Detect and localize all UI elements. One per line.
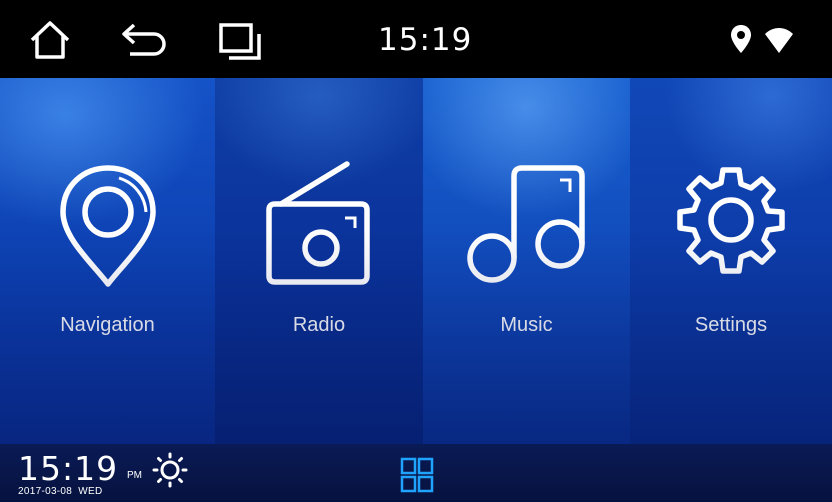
tile-radio[interactable]: Radio (215, 78, 423, 444)
recent-apps-icon[interactable] (218, 22, 264, 67)
tile-label: Settings (694, 314, 768, 336)
tile-label: Radio (292, 314, 346, 336)
tile-label: Navigation (60, 314, 155, 336)
gear-icon (671, 160, 791, 285)
wifi-icon (764, 26, 794, 59)
sun-icon (152, 452, 188, 493)
dock-clock-time: 15:19 (18, 449, 119, 488)
tile-music[interactable]: Music (423, 78, 630, 444)
music-note-icon (462, 160, 592, 295)
tile-label: Music (500, 314, 553, 336)
back-icon[interactable] (120, 22, 170, 63)
app-grid-icon[interactable] (400, 457, 434, 498)
dock-date-value: 2017-03-08 (18, 486, 73, 497)
radio-icon (259, 160, 379, 295)
navigation-pin-icon (53, 160, 163, 295)
home-launcher: Navigation Radio Music Settings (0, 78, 832, 444)
home-icon[interactable] (28, 20, 72, 65)
dock-weekday: WED (78, 486, 103, 497)
dock-date: 2017-03-08 WED (18, 486, 102, 497)
location-icon (730, 24, 752, 59)
status-bar: 15:19 (0, 0, 832, 78)
tile-settings[interactable]: Settings (630, 78, 832, 444)
tile-navigation[interactable]: Navigation (0, 78, 215, 444)
dock-clock-ampm: PM (127, 470, 142, 481)
status-time: 15:19 (378, 22, 473, 58)
